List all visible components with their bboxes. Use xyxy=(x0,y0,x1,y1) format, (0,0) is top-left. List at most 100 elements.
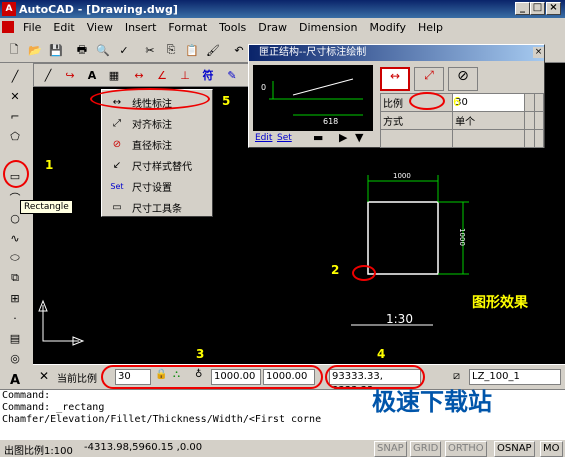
play-icon[interactable]: ▶ xyxy=(339,131,347,144)
ruler-icon[interactable]: ▬ xyxy=(313,131,323,144)
menu-file[interactable]: File xyxy=(17,21,47,34)
set-link[interactable]: Set xyxy=(277,133,292,143)
construction-line-icon[interactable]: ✕ xyxy=(5,87,25,105)
region-icon[interactable]: ◎ xyxy=(5,349,25,367)
leader-icon[interactable]: ↪ xyxy=(60,65,80,85)
polyline-icon[interactable]: ⌐ xyxy=(5,107,25,125)
menu-draw[interactable]: Draw xyxy=(252,21,293,34)
autocad-logo-icon: A xyxy=(2,2,16,16)
document-icon[interactable] xyxy=(2,21,14,33)
cut-icon[interactable]: ✂ xyxy=(140,40,160,60)
dialog-title: 匣正结构--尺寸标注绘制 xyxy=(249,45,544,61)
close-button[interactable]: × xyxy=(546,2,561,15)
menu-dimension[interactable]: Dimension xyxy=(293,21,363,34)
mode-label: 方式 xyxy=(379,111,454,130)
dimension-tool-icon[interactable]: ↔ xyxy=(129,65,149,85)
aligned-mode-button[interactable]: ⤢ xyxy=(414,67,444,91)
highlight-linear-menu xyxy=(90,88,210,110)
symbol-icon[interactable]: 符 xyxy=(198,65,218,85)
menu-item-aligned-dimension[interactable]: ⤢ 对齐标注 xyxy=(104,113,210,134)
dimension-preview: 618 0 xyxy=(253,65,373,131)
print-preview-icon[interactable]: 🔍 xyxy=(93,40,113,60)
menu-edit[interactable]: Edit xyxy=(47,21,80,34)
insert-block-icon[interactable]: ⧉ xyxy=(5,269,25,287)
copy-icon[interactable]: ⎘ xyxy=(161,40,181,60)
table-cell xyxy=(379,129,454,148)
line-icon[interactable]: ╱ xyxy=(5,67,25,85)
dimension-top-label: 1000 xyxy=(393,172,411,180)
mode-value-cell[interactable]: 单个 xyxy=(452,111,526,130)
menu-modify[interactable]: Modify xyxy=(364,21,412,34)
ucs-icon xyxy=(38,299,85,346)
cursor-coordinates: -4313.98,5960.15 ,0.00 xyxy=(84,442,203,453)
menu-item-dim-style-override[interactable]: ↙ 尺寸样式替代 xyxy=(104,155,210,176)
edit-link[interactable]: Edit xyxy=(255,133,272,143)
make-block-icon[interactable]: ⊞ xyxy=(5,289,25,307)
menu-item-label: 对齐标注 xyxy=(132,120,172,131)
annotation-1: 1 xyxy=(45,158,54,172)
diameter-mode-button[interactable]: ⊘ xyxy=(448,67,478,91)
highlight-first-corner xyxy=(352,265,376,281)
text-icon[interactable]: A xyxy=(5,371,25,389)
menu-item-diameter-dimension[interactable]: ⊘ 直径标注 xyxy=(104,134,210,155)
hatch-icon[interactable]: ▤ xyxy=(5,329,25,347)
linear-mode-button[interactable]: ↔ xyxy=(380,67,410,91)
extra-tool-icon[interactable]: ✎ xyxy=(222,65,242,85)
annotation-5: 5 xyxy=(222,94,231,108)
menu-bar: File Edit View Insert Format Tools Draw … xyxy=(0,18,565,36)
scale-value-cell[interactable]: 30 xyxy=(452,93,526,112)
ordinate-dim-icon[interactable]: ⊥ xyxy=(175,65,195,85)
menu-format[interactable]: Format xyxy=(162,21,213,34)
dimension-dropdown-menu: ↔ 线性标注 ⤢ 对齐标注 ⊘ 直径标注 ↙ 尺寸样式替代 Set 尺寸设置 ▭ 尺寸工具条 xyxy=(90,88,213,218)
menu-item-dim-toolbar[interactable]: ▭ 尺寸工具条 xyxy=(104,197,210,218)
maximize-button[interactable]: □ xyxy=(530,2,545,15)
command-line[interactable]: Command: Command: _rectang Chamfer/Eleva… xyxy=(0,389,565,439)
ellipse-icon[interactable]: ⬭ xyxy=(5,249,25,267)
spelling-icon[interactable]: ✓ xyxy=(114,40,134,60)
text-style-icon[interactable]: A xyxy=(82,65,102,85)
menu-insert[interactable]: Insert xyxy=(119,21,163,34)
preview-dimension-value: 618 xyxy=(323,117,339,126)
osnap-toggle[interactable]: OSNAP xyxy=(494,441,535,457)
table-cell xyxy=(524,111,535,130)
snap-toggle[interactable]: SNAP xyxy=(374,441,407,457)
aligned-dim-icon: ⤢ xyxy=(113,118,121,129)
settings-table: 比例 30 方式 单个 xyxy=(379,93,545,148)
table-icon[interactable]: ▦ xyxy=(104,65,124,85)
layer-icon[interactable]: ⧄ xyxy=(453,369,460,383)
dimension-line-icon[interactable]: ╱ xyxy=(38,65,58,85)
menu-item-dim-settings[interactable]: Set 尺寸设置 xyxy=(104,176,210,197)
menu-view[interactable]: View xyxy=(81,21,119,34)
menu-item-label: 尺寸设置 xyxy=(132,183,172,194)
model-toggle[interactable]: MO xyxy=(540,441,563,457)
ortho-toggle[interactable]: ORTHO xyxy=(445,441,487,457)
grid-toggle[interactable]: GRID xyxy=(410,441,442,457)
close-x-icon[interactable]: ✕ xyxy=(39,369,49,383)
highlight-coordinates xyxy=(325,365,425,389)
point-icon[interactable]: · xyxy=(5,309,25,327)
print-icon[interactable]: 🖶 xyxy=(72,40,92,60)
menu-tools[interactable]: Tools xyxy=(213,21,252,34)
down-arrow-icon[interactable]: ▼ xyxy=(355,131,363,144)
angle-dim-icon[interactable]: ∠ xyxy=(152,65,172,85)
table-cell xyxy=(533,111,545,130)
table-cell xyxy=(533,129,545,148)
annotation-dialog-6: 6 xyxy=(453,95,461,109)
window-title: AutoCAD - [Drawing.dwg] xyxy=(19,2,178,16)
match-properties-icon[interactable]: 🖌 xyxy=(203,40,223,60)
highlight-scale-field xyxy=(409,92,445,110)
menu-help[interactable]: Help xyxy=(412,21,449,34)
paste-icon[interactable]: 📋 xyxy=(182,40,202,60)
open-folder-icon[interactable]: 📂 xyxy=(25,40,45,60)
undo-icon[interactable]: ↶ xyxy=(229,40,249,60)
polygon-icon[interactable]: ⬠ xyxy=(5,127,25,145)
dimension-toolbar: ╱ ↪ A ▦ ↔ ∠ ⊥ 符 ✎ xyxy=(33,63,263,87)
layer-select[interactable]: LZ_100_1 xyxy=(469,369,561,385)
annotation-3: 3 xyxy=(196,347,205,361)
dialog-close-icon[interactable]: × xyxy=(533,47,544,58)
minimize-button[interactable]: _ xyxy=(515,2,530,15)
spline-icon[interactable]: ∿ xyxy=(5,229,25,247)
current-scale-label: 当前比例 xyxy=(57,374,97,385)
new-file-icon[interactable]: 🗋 xyxy=(4,40,24,60)
save-icon[interactable]: 💾 xyxy=(46,40,66,60)
